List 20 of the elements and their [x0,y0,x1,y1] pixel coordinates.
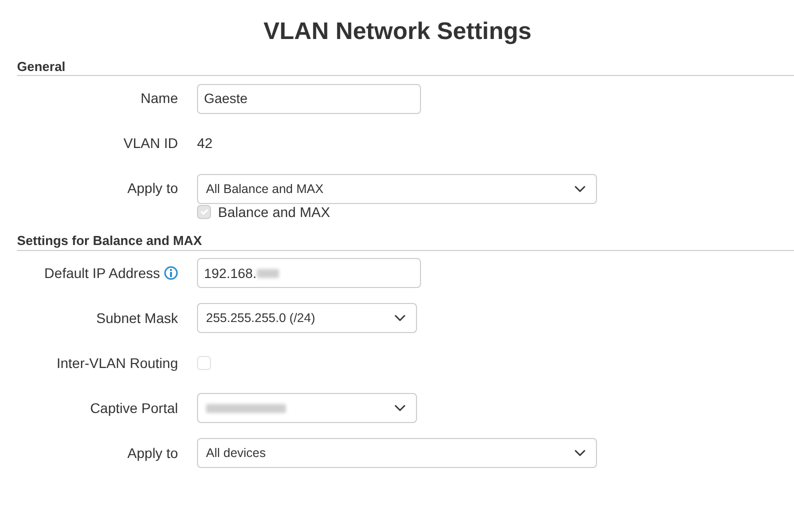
checkbox-label: Balance and MAX [218,202,330,222]
field-label: Default IP Address [44,264,160,283]
field-label: Subnet Mask [96,308,178,328]
section-heading: Settings for Balance and MAX [17,233,794,251]
field-label: Name [140,89,178,108]
text-field[interactable]: 192.168. [197,258,421,288]
field-label: VLAN ID [124,134,178,154]
dropdown[interactable]: 255.255.255.0 (/24) [197,303,417,334]
field-label: Inter-VLAN Routing [56,354,178,373]
page-title: VLAN Network Settings [262,18,533,47]
field-label: Apply to [127,444,178,463]
checkbox[interactable] [197,356,211,370]
field-label: Apply to [127,179,178,198]
dropdown[interactable]: All devices [197,438,597,468]
field-label: Captive Portal [90,398,178,418]
section-heading: General [17,58,794,76]
field-value: 42 [197,134,213,154]
dropdown[interactable]: All Balance and MAX [197,174,597,204]
info-icon[interactable] [164,266,178,280]
text-field[interactable]: Gaeste [197,84,421,114]
